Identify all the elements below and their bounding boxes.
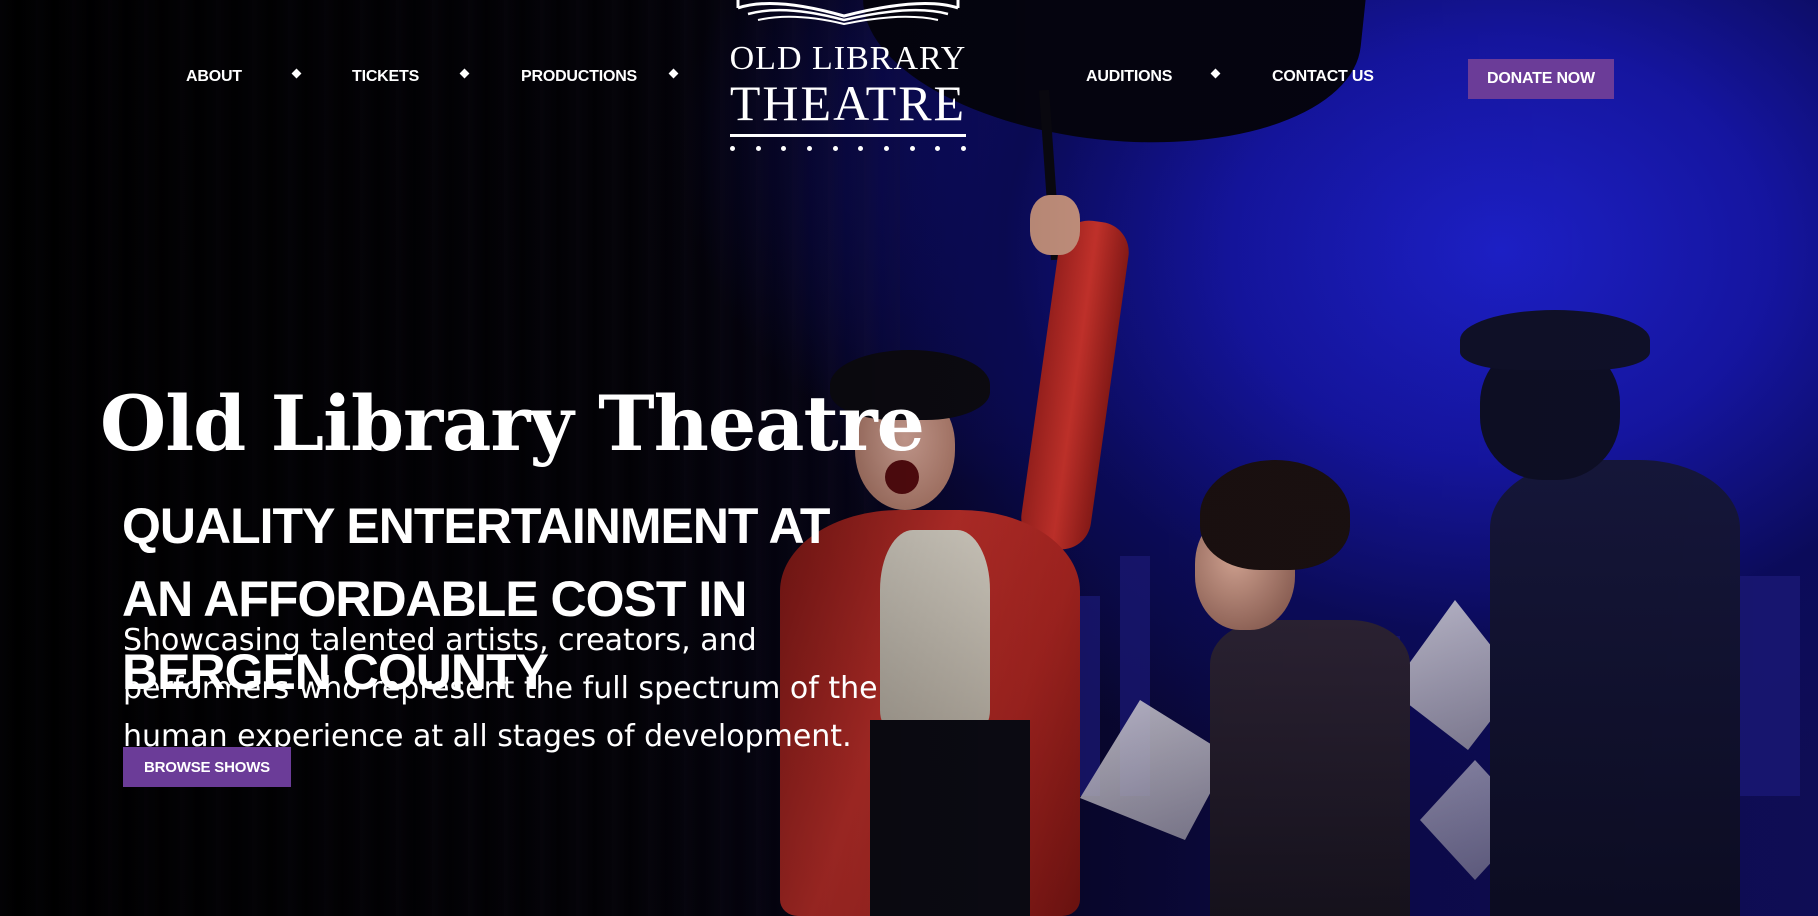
page: ABOUT TICKETS PRODUCTIONS OLD LIBRARY TH… xyxy=(0,0,1818,916)
logo-rule xyxy=(730,134,966,137)
donate-now-button[interactable]: DONATE NOW xyxy=(1468,59,1614,99)
hero-title: Old Library Theatre xyxy=(100,378,925,468)
nav-separator-diamond xyxy=(668,68,679,79)
main-navigation: ABOUT TICKETS PRODUCTIONS OLD LIBRARY TH… xyxy=(0,0,1818,160)
nav-separator-diamond xyxy=(1210,68,1221,79)
nav-productions[interactable]: PRODUCTIONS xyxy=(521,68,637,86)
nav-auditions[interactable]: AUDITIONS xyxy=(1086,68,1172,86)
logo-text-theatre: THEATRE xyxy=(729,75,967,131)
hero-description: Showcasing talented artists, creators, a… xyxy=(123,623,878,754)
nav-separator-diamond xyxy=(459,68,470,79)
logo-dots xyxy=(730,146,966,152)
nav-about[interactable]: ABOUT xyxy=(186,68,242,86)
nav-contact-us[interactable]: CONTACT US xyxy=(1272,68,1374,86)
nav-separator-diamond xyxy=(291,68,302,79)
site-logo[interactable]: OLD LIBRARY THEATRE xyxy=(726,0,970,160)
open-book-icon xyxy=(736,0,960,26)
browse-shows-button[interactable]: BROWSE SHOWS xyxy=(123,747,291,787)
logo-text-old-library: OLD LIBRARY xyxy=(729,40,967,77)
nav-tickets[interactable]: TICKETS xyxy=(352,68,419,86)
